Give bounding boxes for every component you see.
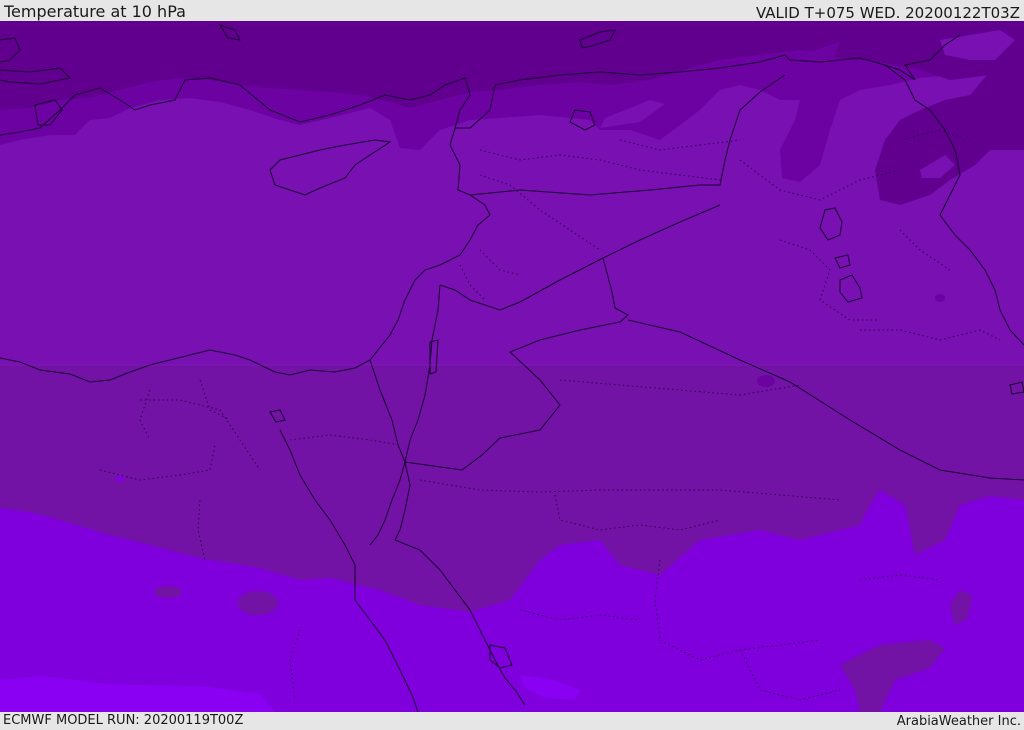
header-bar: Temperature at 10 hPa VALID T+075 WED. 2… xyxy=(0,0,1024,22)
valid-time-label: VALID T+075 WED. 20200122T03Z xyxy=(755,4,1020,22)
footer-bar: ECMWF MODEL RUN: 20200119T00Z ArabiaWeat… xyxy=(0,712,1024,729)
temperature-fill xyxy=(0,21,1024,712)
weather-map[interactable] xyxy=(0,21,1024,712)
model-run-label: ECMWF MODEL RUN: 20200119T00Z xyxy=(3,713,244,728)
chart-title: Temperature at 10 hPa xyxy=(4,2,186,21)
credit-label: ArabiaWeather Inc. xyxy=(896,714,1021,729)
